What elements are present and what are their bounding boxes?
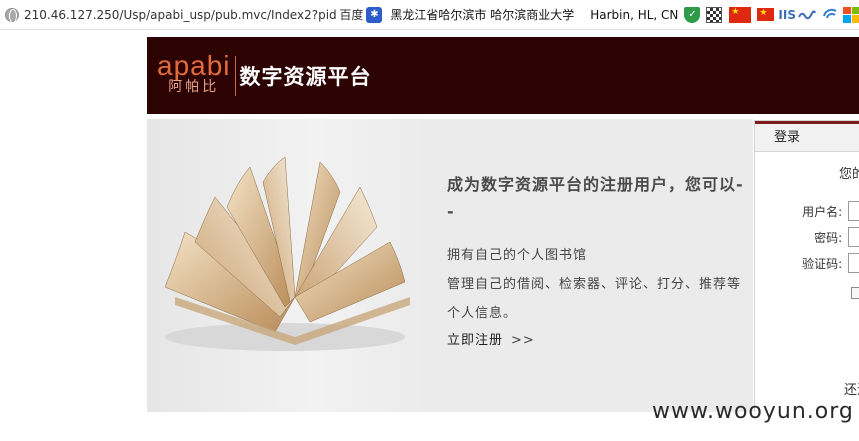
ip-location-text: 黑龙江省哈尔滨市 哈尔滨商业大学: [390, 8, 575, 22]
register-now-label: 立即注册: [447, 333, 504, 348]
login-panel: 登录 您的 用户名: 密码: 验证码: 还没: [754, 120, 859, 412]
china-flag-small-icon[interactable]: ★: [757, 8, 775, 21]
password-row: 密码:: [755, 227, 859, 247]
platform-title: 数字资源平台: [239, 65, 372, 89]
geo-location-text: Harbin, HL, CN: [590, 7, 679, 22]
logo-text-en: apabi: [157, 50, 231, 81]
iis-label[interactable]: IIS: [778, 8, 796, 22]
address-bar-url[interactable]: 210.46.127.250/Usp/apabi_usp/pub.mvc/Ind…: [24, 8, 336, 22]
double-chevron-right-icon: >>: [511, 333, 535, 348]
captcha-input[interactable]: [848, 253, 859, 273]
login-greeting: 您的: [839, 167, 859, 182]
promo-title: 成为数字资源平台的注册用户，您可以--: [447, 175, 744, 221]
baidu-paw-icon[interactable]: ✱: [366, 6, 383, 23]
password-label: 密码:: [814, 230, 843, 245]
captcha-row: 验证码:: [755, 253, 859, 273]
open-book-image: [164, 156, 410, 351]
wifi-icon[interactable]: [822, 7, 838, 23]
globe-icon: [5, 7, 19, 23]
login-heading: 登录: [755, 121, 859, 152]
register-now-link[interactable]: 立即注册 >>: [447, 329, 535, 348]
site-header: apabi 阿帕比 数字资源平台: [147, 37, 859, 114]
captcha-label: 验证码:: [802, 256, 843, 271]
register-prompt-text: 还没: [844, 383, 859, 398]
username-input[interactable]: [848, 201, 859, 221]
username-row: 用户名:: [755, 201, 859, 221]
qr-code-icon[interactable]: [706, 6, 723, 23]
username-label: 用户名:: [802, 204, 843, 219]
browser-toolbar: 210.46.127.250/Usp/apabi_usp/pub.mvc/Ind…: [0, 0, 859, 30]
promo-text-block: 成为数字资源平台的注册用户，您可以-- 拥有自己的个人图书馆 管理自己的借阅、检…: [447, 171, 747, 348]
china-flag-icon[interactable]: ★: [729, 6, 752, 23]
registration-promo: 成为数字资源平台的注册用户，您可以-- 拥有自己的个人图书馆 管理自己的借阅、检…: [147, 119, 753, 412]
windows-logo-icon[interactable]: [843, 6, 859, 23]
logo-text-cn: 阿帕比: [168, 79, 220, 95]
wave-icon[interactable]: [798, 8, 816, 22]
remember-me-checkbox[interactable]: [851, 287, 859, 299]
wooyun-watermark: www.wooyun.org: [652, 399, 854, 424]
promo-line-manage: 管理自己的借阅、检索器、评论、打分、推荐等个人信息。: [447, 277, 742, 321]
promo-line-library: 拥有自己的个人图书馆: [447, 248, 588, 263]
site-logo[interactable]: apabi 阿帕比 数字资源平台: [157, 50, 372, 98]
shield-icon[interactable]: ✓: [684, 6, 701, 23]
password-input[interactable]: [848, 227, 859, 247]
search-engine-label[interactable]: 百度: [339, 6, 363, 23]
logo-divider: [234, 56, 236, 96]
